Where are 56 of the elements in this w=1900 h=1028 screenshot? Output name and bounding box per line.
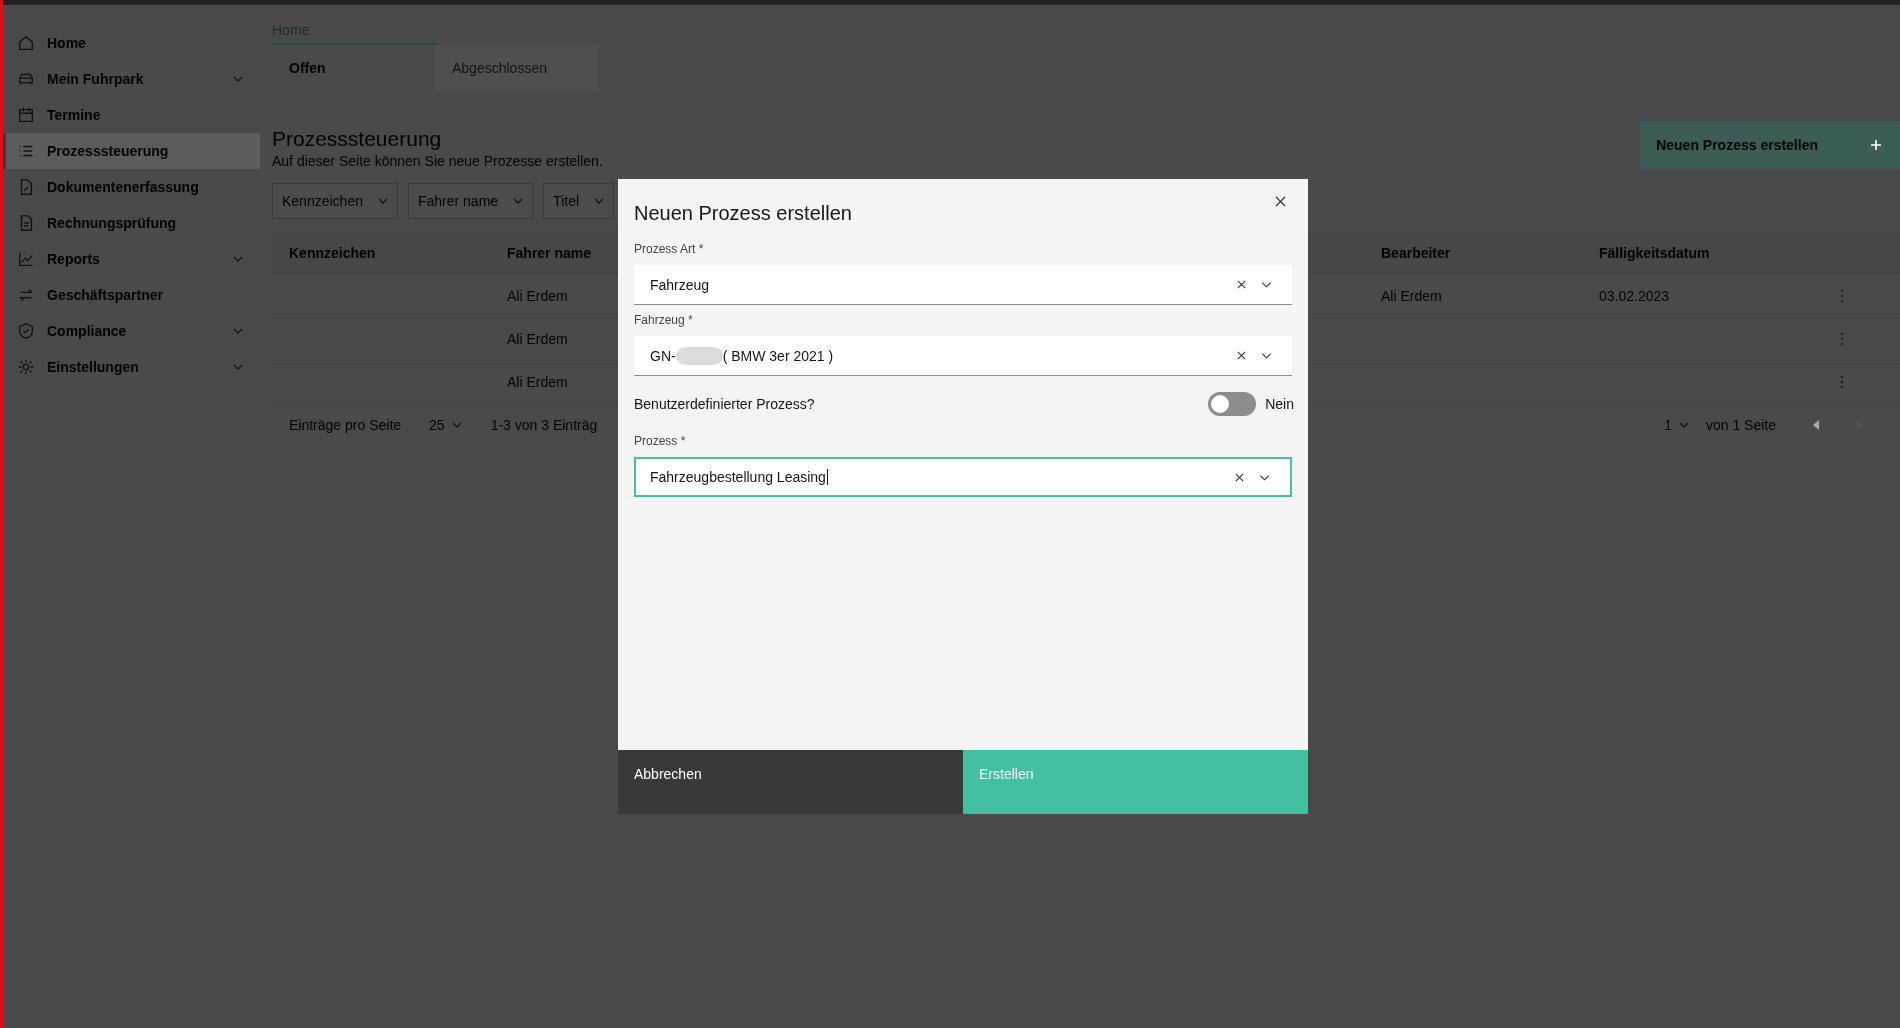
dialog-title: Neuen Prozess erstellen: [634, 202, 852, 225]
home-icon: [17, 34, 35, 52]
rows-per-page-select[interactable]: 25: [429, 417, 445, 433]
filter-dropdown[interactable]: Titel: [543, 183, 615, 219]
field-label: Prozess Art *: [634, 242, 705, 256]
sidebar-item[interactable]: Prozesssteuerung: [3, 133, 260, 169]
table-cell: Ali Erdem: [507, 288, 568, 304]
sidebar-item[interactable]: Termine: [3, 97, 260, 133]
filter-dropdown[interactable]: Fahrer name: [407, 183, 534, 219]
tab[interactable]: Abgeschlossen: [435, 45, 598, 91]
entries-range: 1-3 von 3 Einträg: [490, 417, 598, 433]
filter-dropdown[interactable]: Kennzeichen: [272, 183, 398, 219]
rows-per-page-label: Einträge pro Seite: [289, 417, 402, 433]
page-select[interactable]: 1: [1664, 417, 1672, 433]
field-label: Prozess *: [634, 434, 687, 448]
create-process-button[interactable]: Neuen Prozess erstellen: [1640, 121, 1900, 169]
table-cell: Ali Erdem: [507, 374, 568, 390]
select-field[interactable]: GN- ( BMW 3er 2021 ): [634, 336, 1292, 376]
sidebar-item[interactable]: Home: [3, 25, 260, 61]
toggle-switch[interactable]: [1208, 392, 1257, 416]
calendar-icon: [17, 106, 35, 124]
column-header: Bearbeiter: [1381, 245, 1451, 261]
clear-icon[interactable]: [1234, 471, 1245, 483]
swap-icon: [17, 286, 35, 304]
field-label: Fahrzeug *: [634, 313, 694, 327]
chart-icon: [17, 250, 35, 268]
column-header: Kennzeichen: [289, 245, 376, 261]
toggle-state: Nein: [1265, 396, 1294, 412]
shield-icon: [17, 322, 35, 340]
clear-icon[interactable]: [1236, 279, 1247, 290]
sidebar-item[interactable]: Rechnungsprüfung: [3, 205, 260, 241]
sidebar-item[interactable]: Einstellungen: [3, 349, 260, 385]
select-field[interactable]: Fahrzeug: [634, 265, 1292, 305]
previous-page-icon[interactable]: [1812, 420, 1820, 430]
sidebar-item[interactable]: Dokumentenerfassung: [3, 169, 260, 205]
column-header: Fahrer name: [507, 245, 592, 261]
sidebar-item[interactable]: Geschäftspartner: [3, 277, 260, 313]
sidebar-item[interactable]: Compliance: [3, 313, 260, 349]
plus-icon: [1870, 139, 1882, 151]
clear-icon[interactable]: [1236, 350, 1247, 361]
column-header: Fälligkeitsdatum: [1599, 245, 1710, 261]
select-field[interactable]: Fahrzeugbestellung Leasing: [634, 457, 1292, 497]
table-cell: 03.02.2023: [1599, 288, 1670, 304]
sidebar-item[interactable]: Mein Fuhrpark: [3, 61, 260, 97]
settings-icon: [17, 358, 35, 376]
page-title: Prozesssteuerung: [272, 127, 443, 151]
toggle-label: Benutzerdefinierter Prozess?: [634, 396, 816, 412]
create-button[interactable]: Erstellen: [963, 750, 1308, 814]
sidebar-item[interactable]: Reports: [3, 241, 260, 277]
page-subtitle: Auf dieser Seite können Sie neue Prozesse erstellen.: [272, 153, 603, 169]
text-cursor: [826, 469, 828, 485]
table-cell: Ali Erdem: [507, 331, 568, 347]
page-total: von 1 Seite: [1705, 417, 1776, 433]
cancel-button[interactable]: Abbrechen: [618, 750, 963, 814]
close-icon[interactable]: [1275, 196, 1286, 207]
table-cell: Ali Erdem: [1381, 288, 1442, 304]
